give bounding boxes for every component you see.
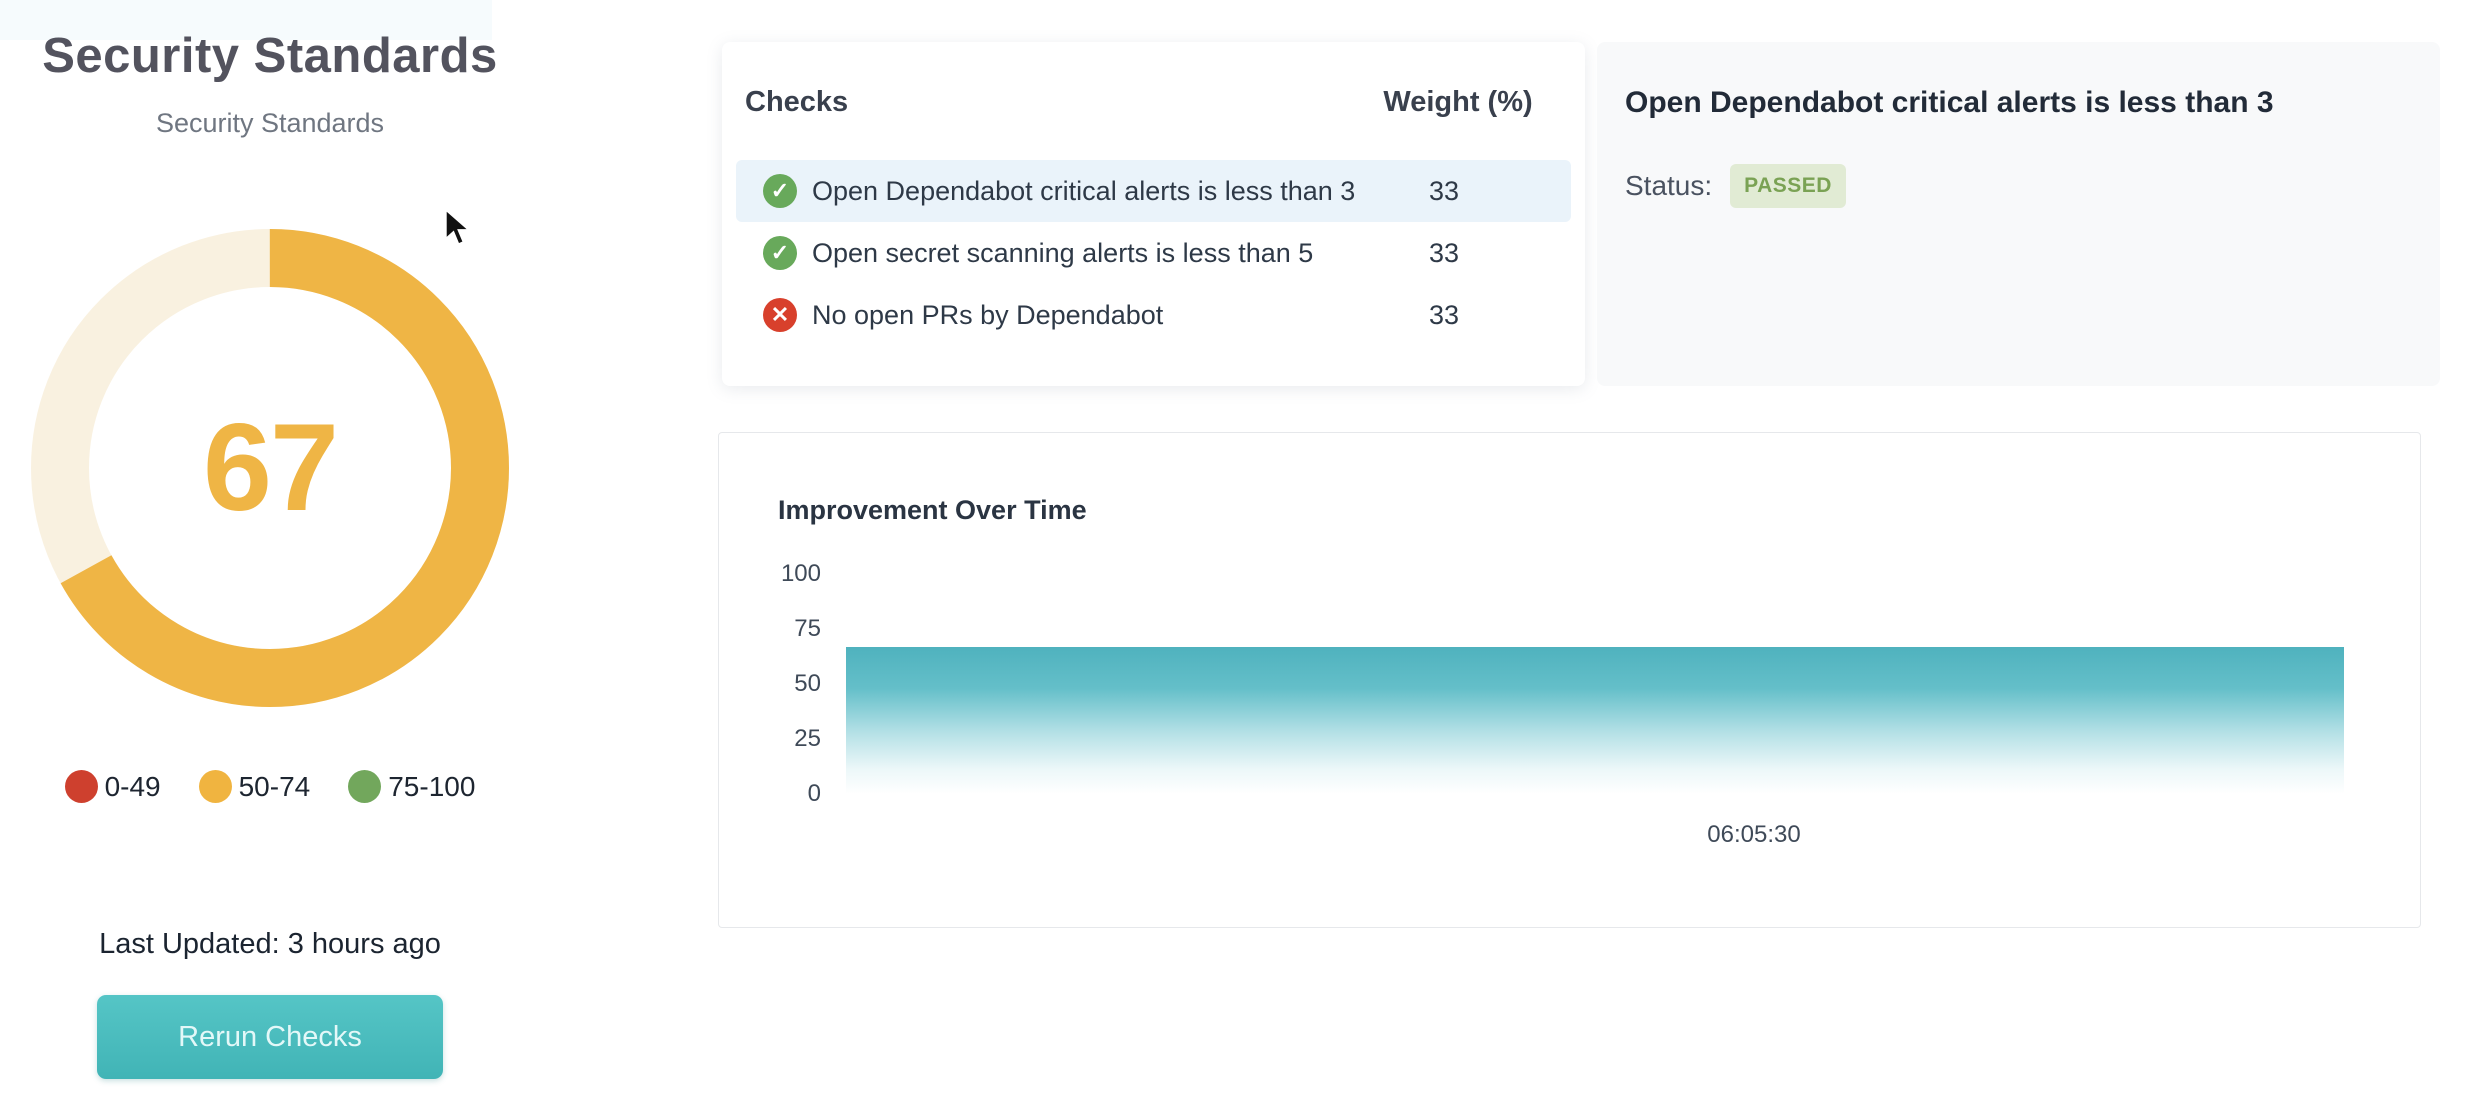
legend-item-0-49: 0-49 [65, 770, 161, 803]
improvement-chart-card: Improvement Over Time 100 75 50 25 0 06:05:3… [718, 432, 2421, 928]
y-tick-label: 75 [731, 615, 821, 643]
y-tick-label: 0 [731, 780, 821, 808]
legend-dot-icon [65, 770, 98, 803]
page-subtitle: Security Standards [20, 108, 520, 139]
check-pass-icon: ✓ [763, 174, 797, 208]
gauge-score-value: 67 [30, 228, 510, 708]
check-row-weight: 33 [1359, 238, 1529, 269]
check-row[interactable]: ✓ Open Dependabot critical alerts is less… [736, 160, 1571, 222]
y-tick-label: 50 [731, 670, 821, 698]
score-gauge: 67 [30, 228, 510, 708]
check-row-label: No open PRs by Dependabot [812, 300, 1359, 331]
check-row-label: Open Dependabot critical alerts is less … [812, 176, 1359, 207]
legend-item-75-100: 75-100 [348, 770, 475, 803]
y-tick-label: 100 [731, 560, 821, 588]
score-legend: 0-49 50-74 75-100 [20, 770, 520, 803]
status-badge: PASSED [1730, 164, 1846, 208]
check-row-weight: 33 [1359, 300, 1529, 331]
check-pass-icon: ✓ [763, 236, 797, 270]
check-row-weight: 33 [1359, 176, 1529, 207]
check-row[interactable]: ✕ No open PRs by Dependabot33 [736, 284, 1571, 346]
last-updated-text: Last Updated: 3 hours ago [20, 928, 520, 961]
security-standards-dashboard: Security Standards Security Standards 67… [0, 0, 2468, 1120]
legend-item-50-74: 50-74 [199, 770, 311, 803]
chart-area-series [846, 647, 2344, 794]
status-row: Status: PASSED [1597, 164, 2440, 208]
page-title: Security Standards [20, 28, 520, 84]
check-fail-icon: ✕ [763, 298, 797, 332]
chart-x-tick-label: 06:05:30 [1694, 821, 1814, 849]
check-detail-panel: Open Dependabot critical alerts is less … [1597, 42, 2440, 386]
mouse-cursor-icon [444, 208, 474, 248]
checks-panel: Checks Weight (%) ✓ Open Dependabot criti… [722, 42, 1585, 386]
checks-column-header: Checks [722, 86, 1373, 119]
check-detail-heading: Open Dependabot critical alerts is less … [1597, 42, 2440, 120]
status-label: Status: [1625, 170, 1712, 202]
legend-dot-icon [348, 770, 381, 803]
checks-panel-header: Checks Weight (%) [722, 86, 1585, 119]
checks-list: ✓ Open Dependabot critical alerts is less… [736, 160, 1571, 346]
legend-dot-icon [199, 770, 232, 803]
legend-label: 0-49 [105, 771, 161, 803]
legend-label: 75-100 [388, 771, 475, 803]
legend-label: 50-74 [239, 771, 311, 803]
weight-column-header: Weight (%) [1373, 86, 1543, 119]
check-row-label: Open secret scanning alerts is less than… [812, 238, 1359, 269]
y-tick-label: 25 [731, 725, 821, 753]
chart-title: Improvement Over Time [778, 495, 1087, 526]
check-row[interactable]: ✓ Open secret scanning alerts is less tha… [736, 222, 1571, 284]
rerun-checks-button[interactable]: Rerun Checks [97, 995, 443, 1079]
